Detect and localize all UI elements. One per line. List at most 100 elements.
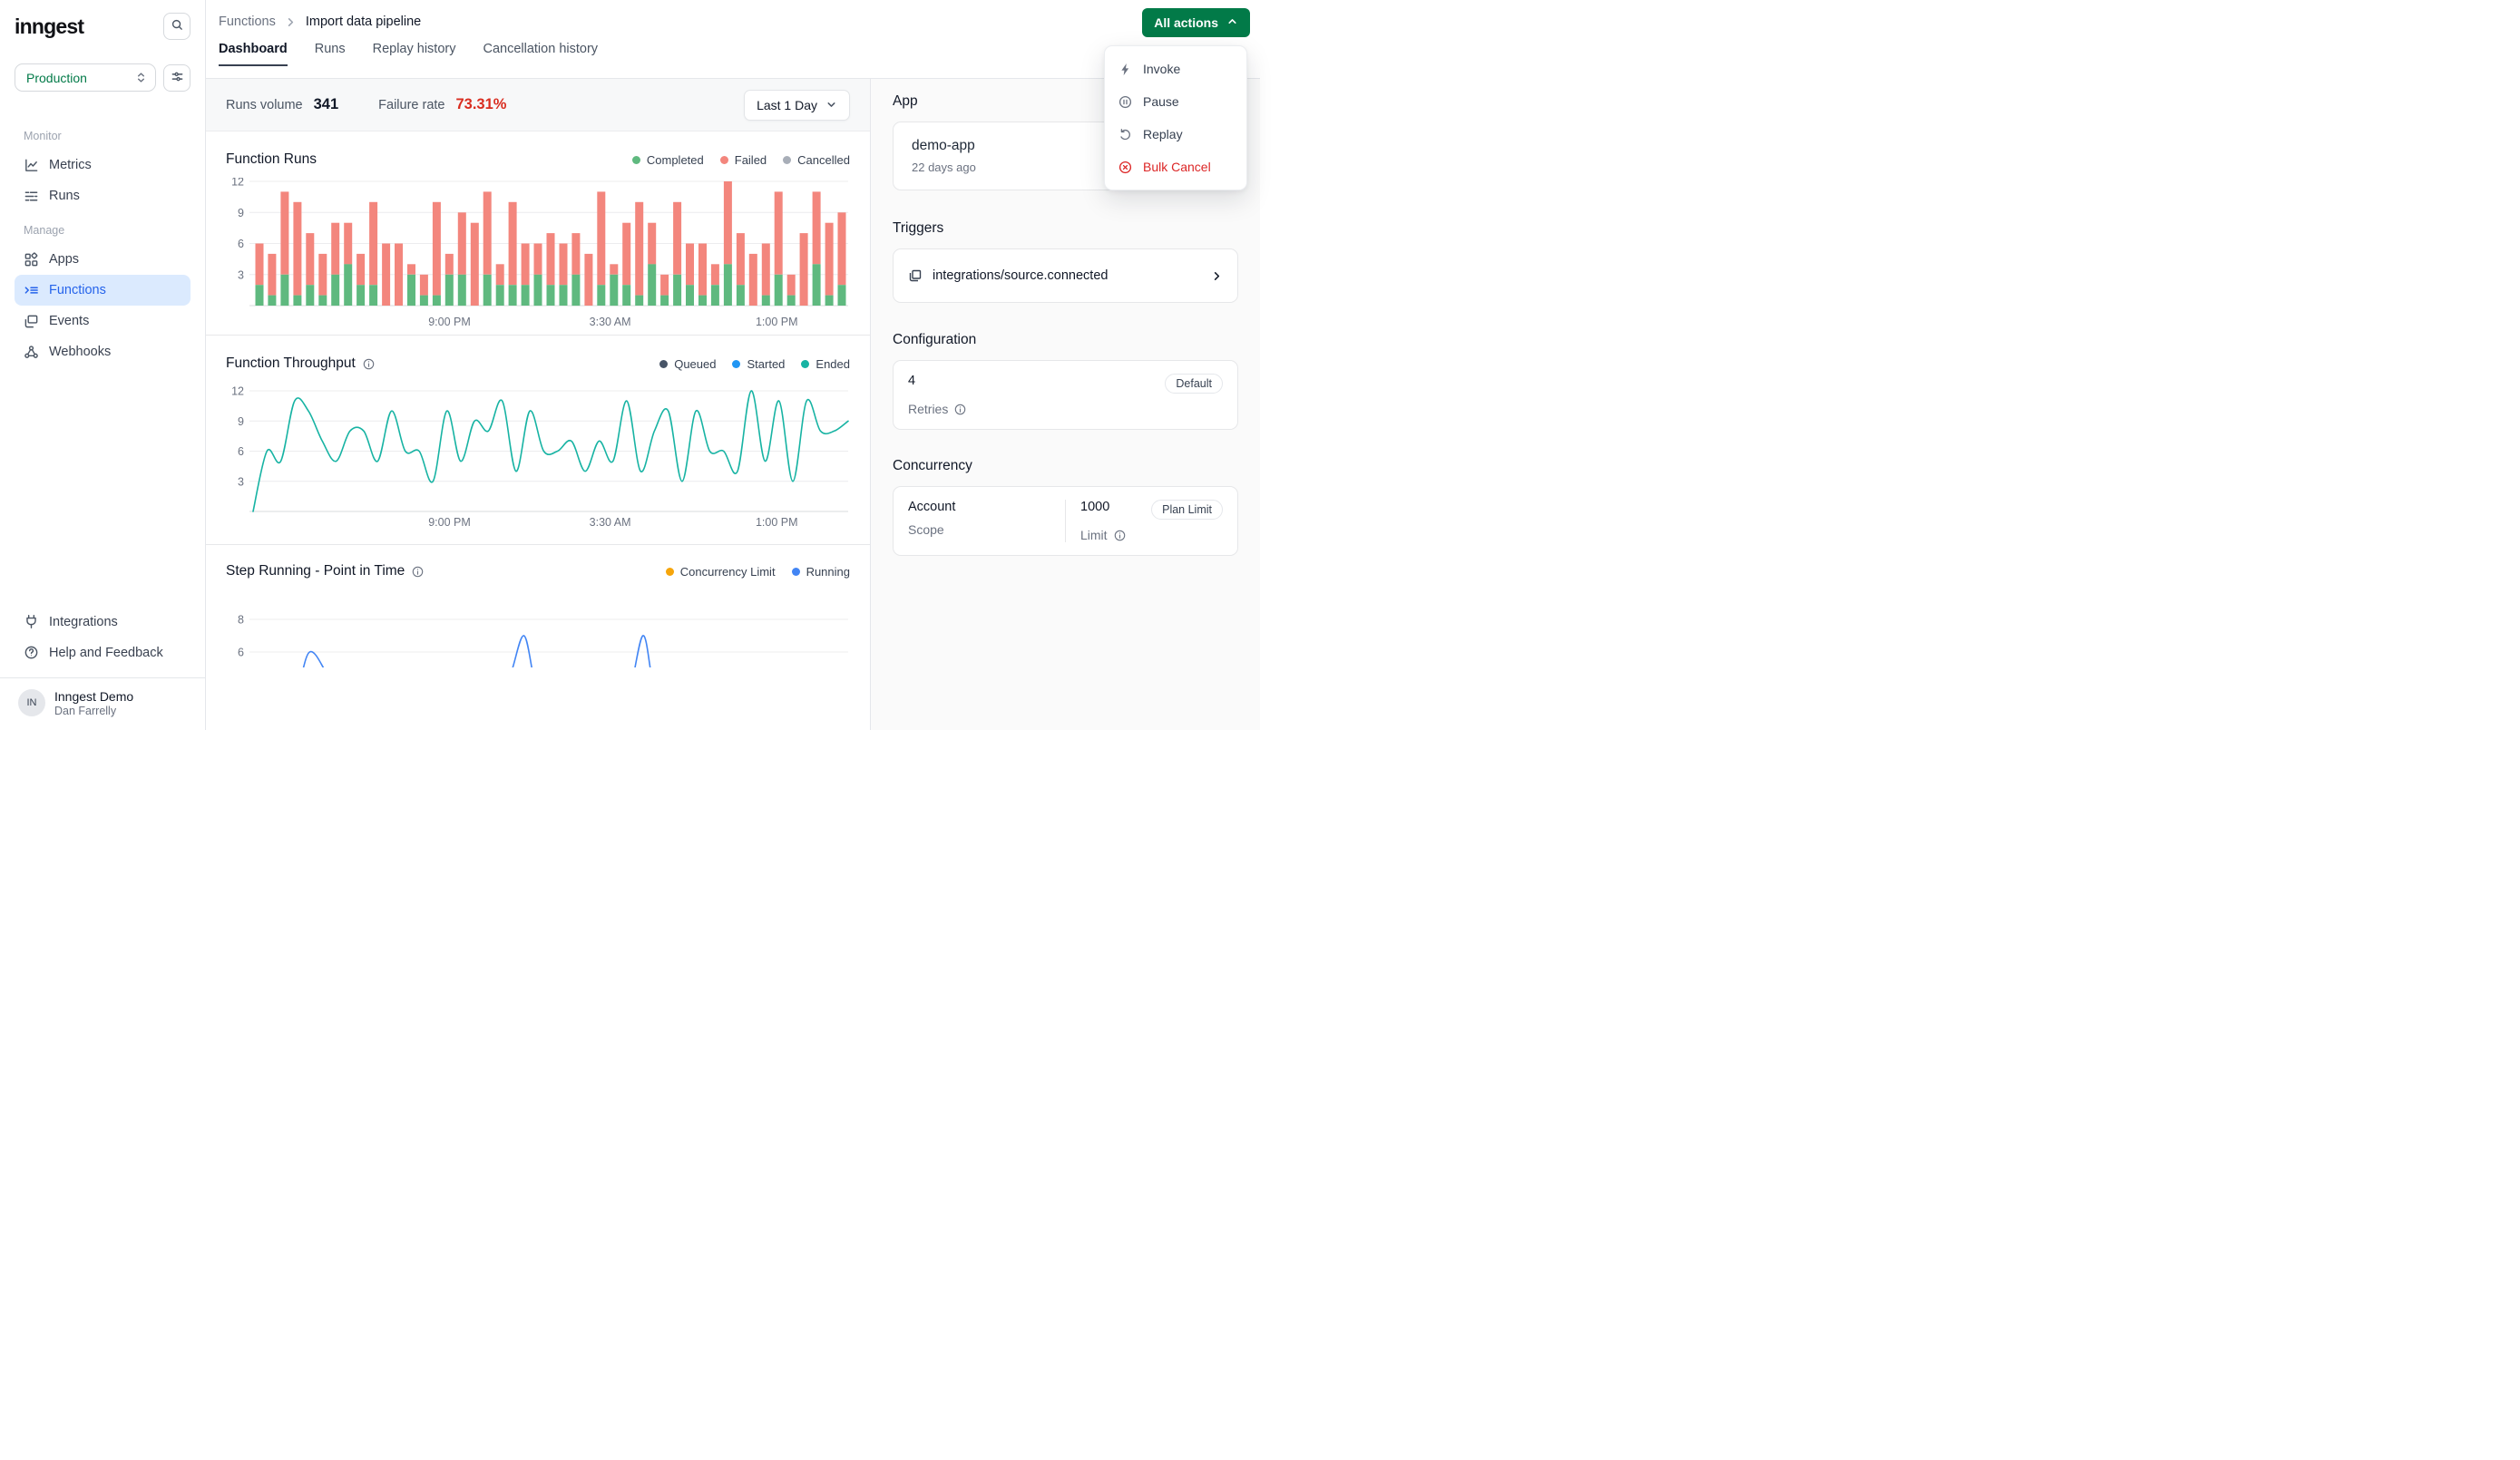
info-icon[interactable] <box>363 358 375 370</box>
default-badge: Default <box>1165 374 1223 394</box>
svg-text:12: 12 <box>231 385 244 398</box>
step-running-chart: 68 <box>226 589 850 667</box>
environment-filter-button[interactable] <box>163 64 190 92</box>
nav-section-label: Monitor <box>24 130 190 142</box>
legend-dot <box>720 156 728 164</box>
tab-replay-history[interactable]: Replay history <box>373 42 456 66</box>
legend-ended: Ended <box>801 357 850 371</box>
avatar: IN <box>18 689 45 716</box>
retries-card: 4 Default Retries <box>893 360 1238 430</box>
cancel-icon <box>1118 161 1132 174</box>
legend-label: Queued <box>674 357 716 371</box>
sidebar-item-integrations[interactable]: Integrations <box>15 607 190 638</box>
svg-text:9:00 PM: 9:00 PM <box>428 516 471 529</box>
sidebar-item-runs[interactable]: Runs <box>15 180 190 211</box>
chevron-right-icon <box>285 16 297 28</box>
function-throughput-chart: 369129:00 PM3:30 AM1:00 PM <box>226 382 850 544</box>
breadcrumb-current: Import data pipeline <box>306 15 421 29</box>
svg-text:9: 9 <box>238 415 244 428</box>
sidebar-item-label: Metrics <box>49 158 92 172</box>
concurrency-limit-value: 1000 <box>1080 500 1109 514</box>
environment-label: Production <box>26 71 87 85</box>
sidebar-item-metrics[interactable]: Metrics <box>15 150 190 180</box>
legend-label: Started <box>747 357 785 371</box>
function-runs-section: Function Runs Completed Failed Cancelled 3… <box>206 131 870 335</box>
sidebar-item-help-and-feedback[interactable]: Help and Feedback <box>15 638 190 668</box>
svg-text:1:00 PM: 1:00 PM <box>756 316 798 328</box>
environment-selector[interactable]: Production <box>15 63 156 92</box>
main-content: Runs volume 341 Failure rate 73.31% Last… <box>206 79 871 730</box>
function-throughput-title: Function Throughput <box>226 355 356 372</box>
chevron-right-icon <box>1211 270 1223 282</box>
trigger-row[interactable]: integrations/source.connected <box>893 248 1238 303</box>
webhooks-icon <box>24 345 39 360</box>
time-range-label: Last 1 Day <box>757 98 817 112</box>
legend-label: Failed <box>735 153 767 167</box>
legend-running: Running <box>792 565 850 579</box>
sidebar-item-label: Functions <box>49 283 106 297</box>
menu-item-bulk-cancel[interactable]: Bulk Cancel <box>1105 151 1246 183</box>
sidebar-item-webhooks[interactable]: Webhooks <box>15 336 190 367</box>
step-running-title: Step Running - Point in Time <box>226 563 405 579</box>
user-menu[interactable]: IN Inngest Demo Dan Farrelly <box>15 678 190 731</box>
runs-volume-label: Runs volume <box>226 98 303 112</box>
breadcrumb-functions[interactable]: Functions <box>219 15 276 29</box>
info-icon[interactable] <box>412 566 424 578</box>
sidebar-item-apps[interactable]: Apps <box>15 244 190 275</box>
runs-volume-value: 341 <box>314 96 339 113</box>
functions-icon <box>24 283 39 298</box>
sidebar: inngest Production MonitorMetricsRunsMan… <box>0 0 206 730</box>
svg-text:9: 9 <box>238 207 244 219</box>
retries-label: Retries <box>908 402 948 416</box>
menu-item-invoke[interactable]: Invoke <box>1105 53 1246 85</box>
inngest-dashboard: inngest Production MonitorMetricsRunsMan… <box>0 0 1260 730</box>
menu-item-pause[interactable]: Pause <box>1105 85 1246 118</box>
all-actions-label: All actions <box>1154 15 1218 30</box>
legend-dot <box>732 360 740 368</box>
all-actions-button[interactable]: All actions <box>1142 8 1250 37</box>
function-throughput-legend: Queued Started Ended <box>659 357 850 371</box>
function-runs-title: Function Runs <box>226 151 317 168</box>
failure-rate-label: Failure rate <box>378 98 444 112</box>
concurrency-limit-label: Limit <box>1080 528 1108 542</box>
info-icon[interactable] <box>1114 530 1126 541</box>
menu-item-label: Pause <box>1143 94 1179 109</box>
metrics-icon <box>24 158 39 173</box>
sidebar-item-label: Events <box>49 314 89 328</box>
breadcrumb: Functions Import data pipeline <box>206 0 1260 29</box>
concurrency-scope-label: Scope <box>908 522 1050 537</box>
stats-bar: Runs volume 341 Failure rate 73.31% Last… <box>206 79 870 131</box>
legend-failed: Failed <box>720 153 767 167</box>
legend-dot <box>801 360 809 368</box>
plan-limit-badge: Plan Limit <box>1151 500 1223 520</box>
chevron-down-icon <box>825 99 837 111</box>
info-icon[interactable] <box>954 404 966 415</box>
svg-text:9:00 PM: 9:00 PM <box>428 316 471 328</box>
triggers-heading: Triggers <box>893 220 1238 237</box>
tab-runs[interactable]: Runs <box>315 42 346 66</box>
replay-icon <box>1118 128 1132 141</box>
legend-cancelled: Cancelled <box>783 153 850 167</box>
legend-dot <box>792 568 800 576</box>
function-runs-chart: 369129:00 PM3:30 AM1:00 PM <box>226 178 850 335</box>
user-org: Inngest Demo <box>54 689 133 706</box>
tab-bar: Dashboard Runs Replay history Cancellation … <box>206 42 1260 66</box>
search-button[interactable] <box>163 13 190 40</box>
legend-label: Concurrency Limit <box>680 565 776 579</box>
legend-label: Completed <box>647 153 704 167</box>
event-copy-icon <box>908 268 923 283</box>
svg-text:1:00 PM: 1:00 PM <box>756 516 798 529</box>
legend-label: Cancelled <box>797 153 850 167</box>
tab-cancellation-history[interactable]: Cancellation history <box>483 42 598 66</box>
tab-dashboard[interactable]: Dashboard <box>219 42 288 66</box>
concurrency-card: Account Scope 1000 Plan Limit Limit <box>893 486 1238 556</box>
menu-item-replay[interactable]: Replay <box>1105 118 1246 151</box>
all-actions-menu: Invoke Pause ReplayBulk Cancel <box>1104 45 1247 190</box>
sidebar-item-functions[interactable]: Functions <box>15 275 190 306</box>
pause-icon <box>1118 95 1132 109</box>
sidebar-item-events[interactable]: Events <box>15 306 190 336</box>
sidebar-footer: IntegrationsHelp and Feedback IN Inngest… <box>15 607 190 731</box>
sidebar-item-label: Apps <box>49 252 79 267</box>
chevron-up-icon <box>1226 15 1238 30</box>
time-range-selector[interactable]: Last 1 Day <box>744 90 850 121</box>
